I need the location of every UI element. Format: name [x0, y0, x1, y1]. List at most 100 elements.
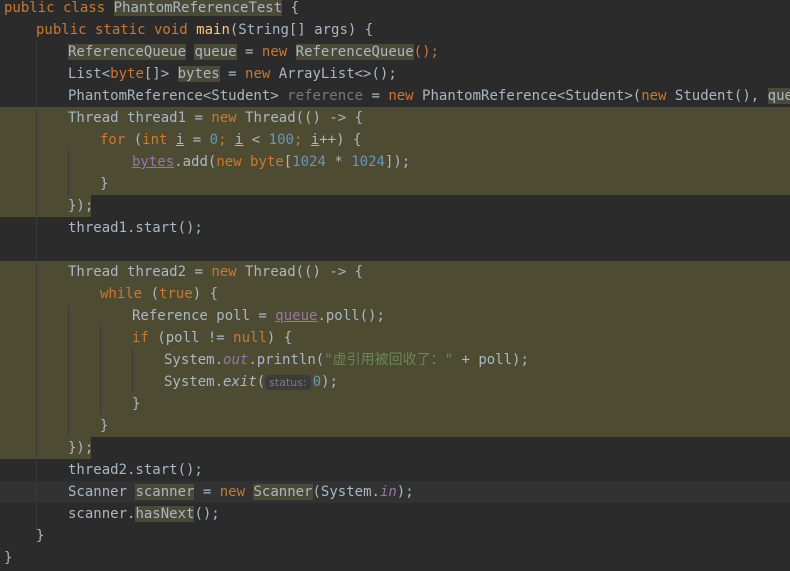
- punctuation: (: [142, 286, 160, 302]
- type-name: Thread: [68, 110, 128, 126]
- method-name: main: [196, 22, 230, 38]
- code-line-brace[interactable]: }: [36, 525, 44, 547]
- string-literal: "虚引用被回收了：": [324, 352, 454, 368]
- constructor: PhantomReference<Student>(: [413, 88, 642, 104]
- variable-name: thread2: [127, 264, 187, 280]
- number-literal: 0: [209, 132, 219, 148]
- object-reference: scanner.: [68, 506, 136, 522]
- code-line-for-loop[interactable]: for (int i = 0; i < 100; i++) {: [100, 129, 361, 151]
- declaration: Reference poll =: [132, 308, 276, 324]
- number-literal: 1024: [351, 154, 385, 170]
- number-literal: 100: [268, 132, 294, 148]
- code-line-class-declaration[interactable]: public class PhantomReferenceTest {: [4, 0, 299, 19]
- variable-name: bytes: [177, 66, 220, 82]
- indent-guide: [68, 305, 69, 437]
- keyword: byte: [241, 154, 284, 170]
- number-literal: 0: [312, 374, 322, 390]
- punctuation: ++) {: [319, 132, 362, 148]
- keyword: byte: [110, 66, 144, 82]
- field-reference: queue: [275, 308, 318, 324]
- code-line-brace[interactable]: }: [100, 415, 108, 437]
- code-line-phantom-reference[interactable]: PhantomReference<Student> reference = ne…: [68, 85, 790, 107]
- code-line-brace[interactable]: }: [132, 393, 140, 415]
- code-line-bytes-list[interactable]: List<byte[]> bytes = new ArrayList<>();: [68, 63, 397, 85]
- keyword: int: [142, 132, 168, 148]
- type-name: PhantomReference<Student>: [68, 88, 288, 104]
- keyword: new: [216, 154, 242, 170]
- argument: queue: [767, 88, 790, 104]
- code-line-scanner[interactable]: Scanner scanner = new Scanner(System.in)…: [68, 481, 414, 503]
- code-line-hasnext[interactable]: scanner.hasNext();: [68, 503, 220, 525]
- keyword: public class: [4, 0, 106, 16]
- keyword: public static void: [36, 22, 188, 38]
- static-field: in: [379, 484, 397, 500]
- operator: =: [186, 110, 212, 126]
- code-line-reference-queue[interactable]: ReferenceQueue queue = new ReferenceQueu…: [68, 41, 439, 63]
- constructor: Scanner: [253, 484, 313, 500]
- indent-guide: [68, 151, 69, 195]
- class-reference: System.: [164, 374, 224, 390]
- constructor: ArrayList<>();: [270, 66, 397, 82]
- static-method: exit: [223, 374, 257, 390]
- punctuation: });: [68, 198, 94, 214]
- type-name: Scanner: [68, 484, 136, 500]
- condition: (poll !=: [148, 330, 234, 346]
- keyword: new: [219, 484, 246, 500]
- code-line-brace[interactable]: }: [100, 173, 108, 195]
- code-line-thread1[interactable]: Thread thread1 = new Thread(() -> {: [68, 107, 363, 129]
- keyword: new: [388, 88, 414, 104]
- operator: *: [325, 154, 352, 170]
- code-line-brace[interactable]: }: [4, 547, 12, 569]
- operator: =: [363, 88, 389, 104]
- loop-variable: i: [310, 132, 320, 148]
- code-line-while-loop[interactable]: while (true) {: [100, 283, 218, 305]
- code-line-exit[interactable]: System.exit(status: 0);: [164, 371, 338, 393]
- keyword: new: [211, 264, 237, 280]
- method-call: hasNext: [135, 506, 195, 522]
- punctuation: [: [283, 154, 293, 170]
- brace: }: [4, 550, 13, 566]
- code-editor[interactable]: public class PhantomReferenceTest { publ…: [0, 0, 790, 571]
- keyword: new: [245, 66, 271, 82]
- type-name: List<: [68, 66, 111, 82]
- keyword: true: [159, 286, 193, 302]
- code-line-main-method[interactable]: public static void main(String[] args) {: [36, 19, 373, 41]
- code-line-lambda-close[interactable]: });: [68, 195, 93, 217]
- constructor: Thread(() -> {: [236, 110, 364, 126]
- code-line-thread2-start[interactable]: thread2.start();: [68, 459, 203, 481]
- indent-guide: [36, 41, 37, 531]
- brace: }: [36, 528, 45, 544]
- punctuation: ) {: [192, 286, 219, 302]
- code-line-lambda-close[interactable]: });: [68, 437, 93, 459]
- type-name: ReferenceQueue: [68, 44, 187, 60]
- punctuation: ) {: [266, 330, 293, 346]
- operator: <: [243, 132, 269, 148]
- type-name: Thread: [68, 264, 128, 280]
- code-line-bytes-add[interactable]: bytes.add(new byte[1024 * 1024]);: [132, 151, 410, 173]
- code-line-println[interactable]: System.out.println("虚引用被回收了：" + poll);: [164, 349, 529, 371]
- class-name: PhantomReferenceTest: [113, 0, 283, 16]
- method-call: .add(: [174, 154, 217, 170]
- code-line-if[interactable]: if (poll != null) {: [132, 327, 292, 349]
- code-line-poll[interactable]: Reference poll = queue.poll();: [132, 305, 385, 327]
- operator: =: [236, 44, 262, 60]
- indent-guide: [132, 349, 133, 393]
- punctuation: (: [256, 374, 266, 390]
- method-call: .poll();: [317, 308, 385, 324]
- code-line-thread1-start[interactable]: thread1.start();: [68, 217, 203, 239]
- punctuation: );: [321, 374, 338, 390]
- code-line-thread2[interactable]: Thread thread2 = new Thread(() -> {: [68, 261, 363, 283]
- operator: =: [194, 484, 220, 500]
- number-literal: 1024: [292, 154, 326, 170]
- field-reference: bytes: [132, 154, 175, 170]
- keyword: for: [100, 132, 126, 148]
- keyword: new: [641, 88, 667, 104]
- variable-name: queue: [194, 44, 237, 60]
- keyword: null: [233, 330, 267, 346]
- punctuation: });: [68, 440, 94, 456]
- keyword: if: [132, 330, 149, 346]
- keyword: while: [100, 286, 143, 302]
- punctuation: ;: [218, 132, 235, 148]
- brace: }: [132, 396, 141, 412]
- brace: }: [100, 418, 109, 434]
